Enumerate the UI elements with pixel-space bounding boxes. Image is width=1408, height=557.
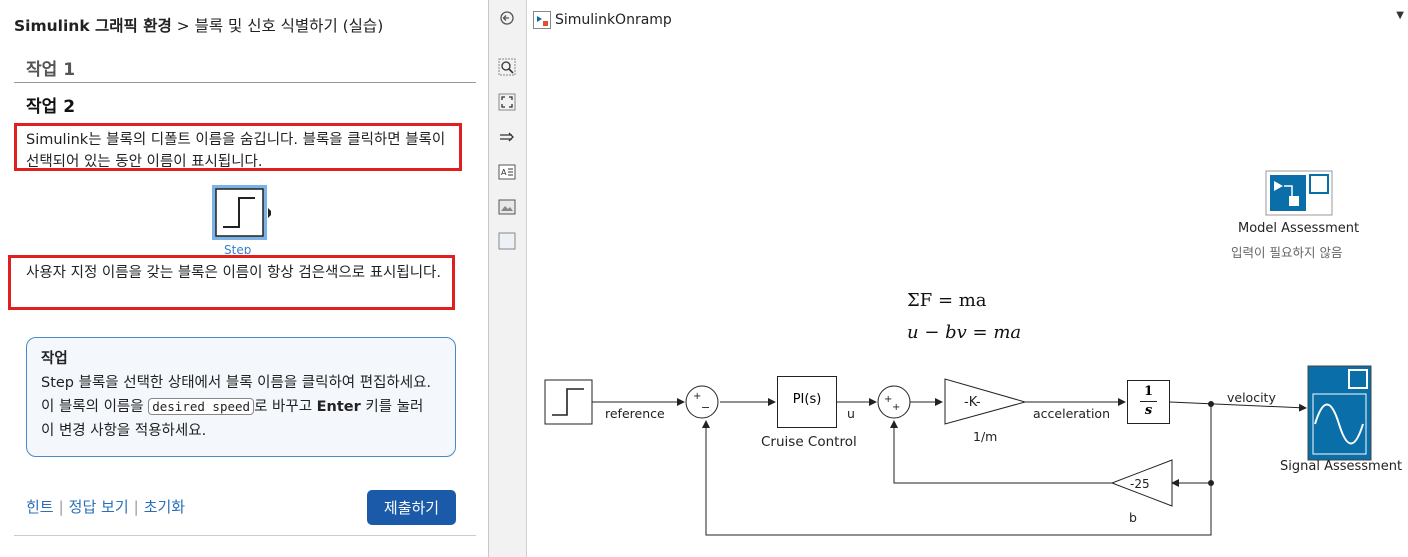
step-block-label: Step (224, 243, 252, 254)
model-canvas[interactable]: PI(s) 1 s + − + + -K- -25 reference u ac… (527, 38, 1408, 557)
model-icon (533, 11, 551, 29)
image-icon[interactable] (498, 198, 516, 216)
gain-name-label[interactable]: 1/m (973, 429, 997, 444)
task-links: 힌트 | 정답 보기 | 초기화 (26, 496, 185, 517)
pi-block-text: PI(s) (792, 392, 822, 407)
sum1-minus: − (701, 401, 711, 414)
integrator-fraction-bar (1140, 401, 1157, 402)
link-separator: | (58, 498, 64, 516)
breadcrumb-separator: > (171, 17, 195, 35)
integrator-num: 1 (1143, 384, 1154, 399)
hint-link[interactable]: 힌트 (26, 498, 54, 516)
task-box-text: Step 블록을 선택한 상태에서 블록 이름을 클릭하여 편집하세요. 이 블… (41, 371, 441, 443)
model-toolbar: A (489, 0, 527, 557)
back-icon[interactable] (498, 9, 516, 27)
signal-reference[interactable]: reference (605, 406, 665, 421)
signal-arrow-icon[interactable] (498, 128, 516, 146)
submit-button[interactable]: 제출하기 (367, 490, 456, 525)
signal-acceleration[interactable]: acceleration (1033, 406, 1110, 421)
model-assessment-label[interactable]: Model Assessment (1238, 221, 1359, 236)
integrator-block[interactable]: 1 s (1127, 380, 1170, 424)
reset-link[interactable]: 초기화 (144, 498, 185, 516)
b-label[interactable]: b (1129, 510, 1137, 525)
step-block-image (212, 185, 271, 240)
signal-assessment-block[interactable] (1307, 365, 1372, 461)
feedback-gain-text: -25 (1130, 477, 1150, 491)
chevron-down-icon[interactable]: ▼ (1396, 10, 1404, 21)
equation-1: ΣF = ma (907, 290, 987, 311)
breadcrumb: Simulink 그래픽 환경 > 블록 및 신호 식별하기 (실습) (14, 14, 383, 36)
cruise-control-label[interactable]: Cruise Control (761, 434, 857, 450)
integrator-den: s (1144, 403, 1153, 418)
instructions-panel: Simulink 그래픽 환경 > 블록 및 신호 식별하기 (실습) 작업 1… (0, 0, 489, 557)
annotation-icon[interactable]: A (498, 163, 516, 181)
gain-block-text: -K- (964, 395, 981, 410)
model-tab-label: SimulinkOnramp (555, 12, 672, 28)
code-desired-speed: desired speed (148, 398, 255, 415)
link-separator: | (133, 498, 139, 516)
task-1-heading[interactable]: 작업 1 (26, 55, 75, 80)
pi-block[interactable]: PI(s) (777, 376, 837, 428)
task-2-heading[interactable]: 작업 2 (26, 92, 75, 117)
equation-2: u − bv = ma (907, 322, 1022, 343)
model-tab-bar: SimulinkOnramp ▼ (527, 0, 1408, 39)
signal-velocity[interactable]: velocity (1227, 390, 1276, 405)
enter-key-text: Enter (316, 399, 361, 415)
highlight-box-2 (8, 255, 455, 310)
model-tab[interactable]: SimulinkOnramp (533, 9, 672, 31)
gain-block[interactable] (944, 378, 1027, 425)
show-answer-link[interactable]: 정답 보기 (69, 498, 129, 516)
sum2-plus: + (892, 402, 901, 413)
step-block[interactable] (544, 379, 593, 425)
signal-assessment-label[interactable]: Signal Assessment (1280, 459, 1402, 474)
divider (14, 82, 476, 83)
fit-view-icon[interactable] (498, 93, 516, 111)
area-icon[interactable] (498, 232, 516, 250)
divider (14, 535, 476, 536)
highlight-box-1 (14, 123, 462, 171)
task-instructions-box: 작업 Step 블록을 선택한 상태에서 블록 이름을 클릭하여 편집하세요. … (26, 337, 456, 457)
task-text-part: 로 바꾸고 (254, 399, 317, 415)
model-assessment-sub: 입력이 필요하지 않음 (1231, 245, 1343, 260)
breadcrumb-lesson: 블록 및 신호 식별하기 (실습) (194, 17, 384, 35)
breadcrumb-course[interactable]: Simulink 그래픽 환경 (14, 17, 172, 35)
svg-text:A: A (501, 168, 507, 177)
zoom-icon[interactable] (498, 58, 516, 76)
task-box-title: 작업 (41, 351, 68, 367)
signal-u[interactable]: u (847, 406, 855, 421)
